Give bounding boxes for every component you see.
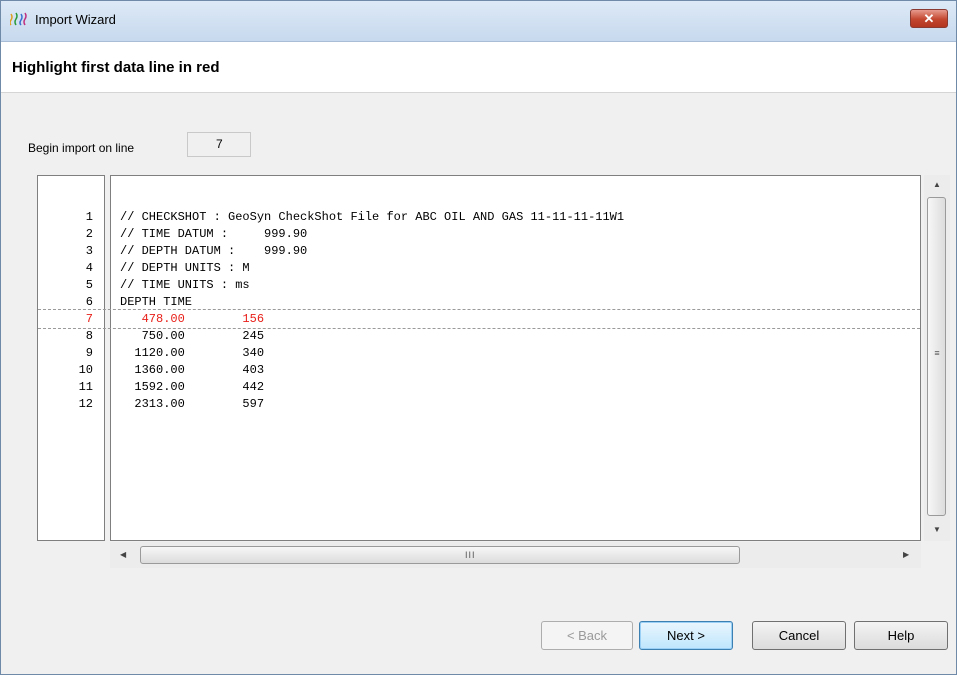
back-button[interactable]: < Back <box>541 621 633 650</box>
vertical-scroll-thumb[interactable]: ≡ <box>927 197 946 516</box>
line-number-gutter: 1 2 3 4 5 6 7 8 9 10 11 12 <box>37 175 105 541</box>
file-line: 1120.00 340 <box>120 346 265 360</box>
vertical-scrollbar[interactable]: ▲ ≡ ▼ <box>924 175 950 541</box>
highlight-top-border <box>38 309 920 310</box>
line-number: 7 <box>85 312 93 326</box>
window-title: Import Wizard <box>35 12 116 27</box>
close-button[interactable]: ✕ <box>910 9 948 28</box>
horizontal-scroll-thumb[interactable]: III <box>140 546 740 564</box>
begin-import-label: Begin import on line <box>28 141 135 155</box>
page-title: Highlight first data line in red <box>12 59 220 76</box>
import-wizard-window: Import Wizard ✕ Highlight first data lin… <box>0 0 957 675</box>
line-number: 1 <box>85 210 93 224</box>
title-bar[interactable]: Import Wizard ✕ <box>1 1 956 42</box>
file-line: // TIME UNITS : ms <box>120 278 250 292</box>
highlight-bottom-border <box>38 328 920 329</box>
help-button[interactable]: Help <box>854 621 948 650</box>
grip-icon: ≡ <box>934 348 940 358</box>
file-line: 478.00 156 <box>120 312 265 326</box>
scroll-up-icon[interactable]: ▲ <box>933 180 941 189</box>
file-line: 2313.00 597 <box>120 397 265 411</box>
cancel-button[interactable]: Cancel <box>752 621 846 650</box>
file-line: 1360.00 403 <box>120 363 265 377</box>
line-number: 10 <box>78 363 93 377</box>
scroll-down-icon[interactable]: ▼ <box>933 525 941 534</box>
file-preview-text[interactable]: // CHECKSHOT : GeoSyn CheckShot File for… <box>110 175 921 541</box>
file-line: 750.00 245 <box>120 329 265 343</box>
file-line: // CHECKSHOT : GeoSyn CheckShot File for… <box>120 210 625 224</box>
file-line: // DEPTH DATUM : 999.90 <box>120 244 308 258</box>
scroll-right-icon[interactable]: ▶ <box>903 550 909 559</box>
line-number: 5 <box>85 278 93 292</box>
line-number: 4 <box>85 261 93 275</box>
file-line: // TIME DATUM : 999.90 <box>120 227 308 241</box>
scroll-left-icon[interactable]: ◀ <box>120 550 126 559</box>
line-number: 3 <box>85 244 93 258</box>
horizontal-scrollbar[interactable]: ◀ III ▶ <box>110 542 921 568</box>
grip-icon: III <box>465 550 476 560</box>
app-icon <box>10 12 27 26</box>
wizard-header: Highlight first data line in red <box>1 42 956 93</box>
line-number: 12 <box>78 397 93 411</box>
file-line: // DEPTH UNITS : M <box>120 261 250 275</box>
line-number: 9 <box>85 346 93 360</box>
file-line: 1592.00 442 <box>120 380 265 394</box>
begin-import-line-field: 7 <box>187 132 251 157</box>
line-number: 8 <box>85 329 93 343</box>
close-icon: ✕ <box>923 11 935 26</box>
next-button[interactable]: Next > <box>639 621 733 650</box>
line-number: 2 <box>85 227 93 241</box>
line-number: 11 <box>78 380 93 394</box>
